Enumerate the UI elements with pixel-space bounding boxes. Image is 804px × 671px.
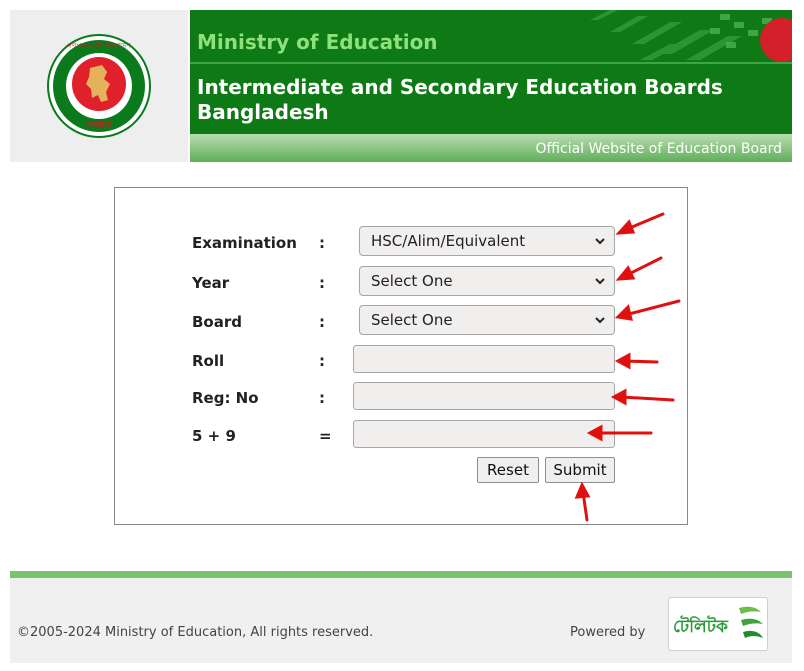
arrow-submit-icon bbox=[574, 481, 591, 522]
government-logo-box: সরকার গণপ্রজাতন্ত্রী বাংলাদেশ bbox=[10, 10, 188, 162]
roll-colon: : bbox=[319, 352, 325, 370]
year-select[interactable]: Select One bbox=[359, 266, 615, 296]
site-footer: ©2005-2024 Ministry of Education, All ri… bbox=[10, 578, 792, 663]
captcha-equals: = bbox=[319, 427, 332, 445]
examination-select[interactable]: HSC/Alim/Equivalent bbox=[359, 226, 615, 256]
boards-title-line2: Bangladesh bbox=[197, 100, 329, 124]
arrow-examination-icon bbox=[615, 212, 665, 235]
site-header: সরকার গণপ্রজাতন্ত্রী বাংলাদেশ Ministry o… bbox=[10, 10, 792, 162]
teletalk-logo-text: টেলিটক bbox=[673, 615, 729, 637]
arrow-reg-no-icon bbox=[610, 388, 675, 406]
official-website-text: Official Website of Education Board bbox=[535, 141, 782, 157]
header-banner: Ministry of Education Intermediate and S… bbox=[190, 10, 792, 162]
boards-title: Intermediate and Secondary Education Boa… bbox=[197, 75, 777, 125]
ministry-title: Ministry of Education bbox=[197, 30, 438, 54]
page-frame: সরকার গণপ্রজাতন্ত্রী বাংলাদেশ Ministry o… bbox=[10, 10, 792, 663]
captcha-label: 5 + 9 bbox=[192, 427, 236, 445]
board-label: Board bbox=[192, 313, 242, 331]
copyright-text: ©2005-2024 Ministry of Education, All ri… bbox=[17, 625, 374, 640]
footer-divider bbox=[10, 571, 792, 578]
chevron-down-icon bbox=[595, 317, 605, 324]
captcha-input[interactable] bbox=[353, 420, 615, 448]
boards-title-line1: Intermediate and Secondary Education Boa… bbox=[197, 75, 723, 99]
roll-input[interactable] bbox=[353, 345, 615, 373]
powered-by-text: Powered by bbox=[570, 625, 646, 640]
reset-button[interactable]: Reset bbox=[477, 457, 539, 483]
chevron-down-icon bbox=[595, 278, 605, 285]
reg-no-colon: : bbox=[319, 389, 325, 407]
teletalk-logo-icon: টেলিটক bbox=[673, 606, 763, 638]
roll-label: Roll bbox=[192, 352, 225, 370]
board-select[interactable]: Select One bbox=[359, 305, 615, 335]
examination-label: Examination bbox=[192, 234, 297, 252]
chevron-down-icon bbox=[595, 238, 605, 245]
board-colon: : bbox=[319, 313, 325, 331]
examination-colon: : bbox=[319, 234, 325, 252]
examination-select-value: HSC/Alim/Equivalent bbox=[371, 232, 526, 250]
seal-bottom-text: সরকার bbox=[86, 121, 113, 131]
seal-top-text: গণপ্রজাতন্ত্রী বাংলাদেশ bbox=[67, 41, 131, 50]
arrow-roll-icon bbox=[614, 352, 659, 370]
arrow-board-icon bbox=[614, 299, 681, 321]
reg-no-input[interactable] bbox=[353, 382, 615, 410]
banner-divider bbox=[190, 62, 792, 64]
year-select-value: Select One bbox=[371, 272, 453, 290]
reg-no-label: Reg: No bbox=[192, 389, 259, 407]
year-colon: : bbox=[319, 274, 325, 292]
government-seal-icon: সরকার গণপ্রজাতন্ত্রী বাংলাদেশ bbox=[47, 34, 151, 138]
year-label: Year bbox=[192, 274, 230, 292]
banner-stripes-decoration bbox=[590, 10, 792, 62]
board-select-value: Select One bbox=[371, 311, 453, 329]
submit-button[interactable]: Submit bbox=[545, 457, 615, 483]
teletalk-logo[interactable]: টেলিটক bbox=[668, 597, 768, 651]
arrow-year-icon bbox=[615, 256, 663, 281]
result-form: Examination : HSC/Alim/Equivalent Year :… bbox=[114, 187, 688, 525]
